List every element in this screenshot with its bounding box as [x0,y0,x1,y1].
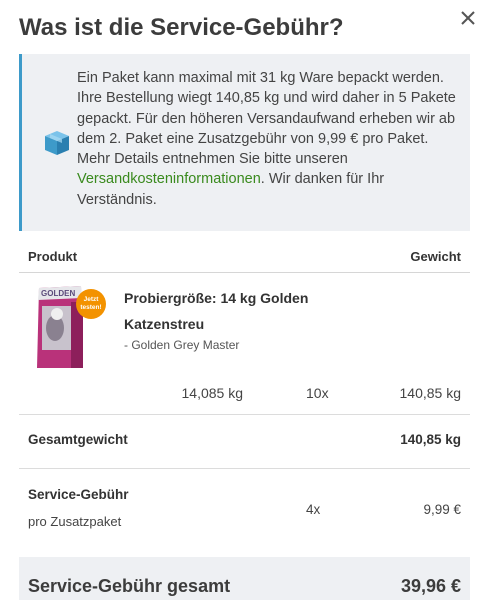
product-weight-row: 14,085 kg 10x 140,85 kg [19,383,470,414]
box-icon [45,131,69,155]
product-quantity: 10x [306,385,329,401]
divider [19,414,470,415]
divider [19,468,470,469]
service-fee-label: Service-Gebühr [28,487,129,502]
service-fee-total-value: 39,96 € [400,576,461,596]
badge-line-2: testen! [80,304,101,311]
product-name[interactable]: Probiergröße: 14 kg Golden Katzenstreu [124,285,354,337]
shipping-info-link[interactable]: Versandkosteninformationen [77,171,261,187]
table-header: Produkt Gewicht [19,243,470,273]
close-icon[interactable] [458,8,478,28]
service-fee-price: 9,99 € [423,502,461,517]
header-weight: Gewicht [410,249,461,264]
total-weight-label: Gesamtgewicht [28,432,128,447]
total-weight-value: 140,85 kg [400,432,461,447]
product-total-weight: 140,85 kg [399,385,462,401]
header-product: Produkt [28,249,78,264]
service-fee-sublabel: pro Zusatzpaket [28,514,122,529]
info-text: Ein Paket kann maximal mit 31 kg Ware be… [77,70,456,208]
info-box: Ein Paket kann maximal mit 31 kg Ware be… [19,54,470,231]
pack-label: GOLDEN [41,289,75,298]
unit-weight: 14,085 kg [181,385,244,401]
badge-line-1: Jetzt [84,296,100,303]
product-image[interactable]: GOLDEN Jetzt testen! [33,284,111,370]
service-fee-total-label: Service-Gebühr gesamt [28,576,231,596]
service-fee-total-row: Service-Gebühr gesamt 39,96 € [19,557,470,600]
dialog-title: Was ist die Service-Gebühr? [19,14,344,41]
product-brand: - Golden Grey Master [124,338,240,352]
service-fee-quantity: 4x [306,502,321,517]
